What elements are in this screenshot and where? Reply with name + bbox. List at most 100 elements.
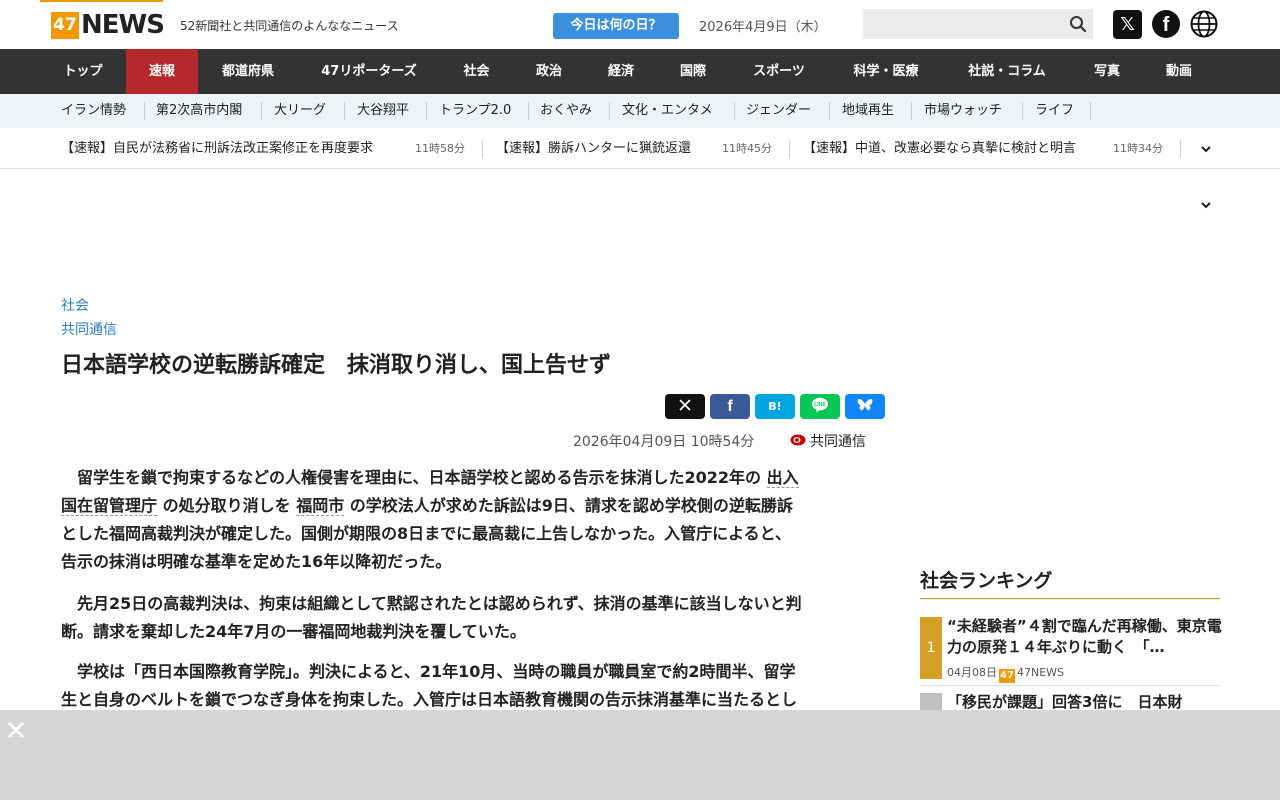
- topic-item[interactable]: トランプ2.0: [439, 94, 511, 128]
- x-icon: [679, 399, 691, 411]
- chevron-down-icon[interactable]: [1200, 143, 1212, 155]
- article-line: とした福岡高裁判決が確定した。国側が期限の8日までに最高裁に上告しなかった。入管…: [61, 524, 792, 543]
- article-paragraph: 学校は「西日本国際教育学院」。判決によると、21年10月、当時の職員が職員室で約…: [61, 658, 891, 714]
- article-paragraph: 先月25日の高裁判決は、拘束は組織として黙認されたとは認められず、抹消の基準に該…: [61, 590, 891, 646]
- bluesky-icon: [857, 399, 873, 411]
- topic-divider: [609, 102, 610, 120]
- nav-item-editorial[interactable]: 社説・コラム: [943, 49, 1071, 94]
- topic-item[interactable]: 第2次高市内閣: [156, 94, 242, 128]
- share-line-button[interactable]: LINE: [800, 394, 840, 419]
- search-input[interactable]: [863, 9, 1093, 39]
- svg-text:LINE: LINE: [814, 402, 826, 408]
- site-tagline: 52新聞社と共同通信のよんななニュース: [180, 19, 399, 33]
- topic-divider: [829, 102, 830, 120]
- keyword-link[interactable]: 出入: [766, 468, 799, 488]
- logo-accent-bar: [40, 0, 163, 2]
- topic-item[interactable]: ジェンダー: [746, 94, 811, 128]
- ticker-time: 11時45分: [722, 142, 772, 155]
- article-source: 共同通信: [810, 434, 866, 450]
- topic-item[interactable]: 地域再生: [842, 94, 894, 128]
- share-bluesky-button[interactable]: [845, 394, 885, 419]
- article-line: 先月25日の高裁判決は、拘束は組織として黙認されたとは認められず、抹消の基準に該…: [61, 594, 802, 613]
- globe-language-icon[interactable]: [1190, 10, 1218, 38]
- ticker-headline[interactable]: 【速報】勝訴ハンターに猟銃返還: [496, 128, 691, 169]
- nav-item-politics[interactable]: 政治: [513, 49, 585, 94]
- line-icon: LINE: [812, 397, 828, 413]
- topic-divider: [911, 102, 912, 120]
- nav-item-world[interactable]: 国際: [657, 49, 729, 94]
- rank-number: [920, 693, 942, 710]
- text-run: の処分取り消しを: [162, 496, 291, 515]
- article-line: 留学生を鎖で拘束するなどの人権侵害を理由に、日本語学校と認める告示を抹消した20…: [61, 464, 891, 492]
- ranking-item-title[interactable]: 「移民が課題」回答3倍に 日本財: [947, 692, 1222, 710]
- logo-badge: 47: [51, 12, 79, 39]
- facebook-social-icon[interactable]: f: [1152, 10, 1180, 38]
- topic-divider: [1022, 102, 1023, 120]
- ranking-title: 社会ランキング: [920, 570, 1053, 592]
- ticker-headline[interactable]: 【速報】中道、改憲必要なら真摯に検討と明言: [803, 128, 1076, 169]
- share-hatena-button[interactable]: B!: [755, 394, 795, 419]
- ranking-separator: [920, 685, 1220, 686]
- topic-item[interactable]: イラン情勢: [61, 94, 126, 128]
- x-social-icon[interactable]: 𝕏: [1113, 10, 1142, 39]
- article-line: 告示の抹消は明確な基準を定めた16年以降初だった。: [61, 552, 452, 571]
- facebook-icon: f: [727, 398, 733, 415]
- topic-item[interactable]: おくやみ: [540, 94, 592, 128]
- close-icon[interactable]: [6, 720, 26, 740]
- article-line: 学校は「西日本国際教育学院」。判決によると、21年10月、当時の職員が職員室で約…: [61, 662, 796, 681]
- search-icon[interactable]: [1069, 15, 1087, 33]
- share-x-button[interactable]: [665, 394, 705, 419]
- article-title: 日本語学校の逆転勝訴確定 抹消取り消し、国上告せず: [61, 353, 612, 378]
- article-line: 断。請求を棄却した24年7月の一審福岡地裁判決を覆していた。: [61, 622, 526, 641]
- chevron-down-icon[interactable]: [1200, 199, 1212, 211]
- ticker-divider: [789, 140, 790, 158]
- nav-item-economy[interactable]: 経済: [585, 49, 657, 94]
- keyword-link[interactable]: 国在留管理庁: [61, 496, 158, 516]
- logo-wordmark: NEWS: [81, 10, 165, 40]
- ticker-headline[interactable]: 【速報】自民が法務省に刑訴法改正案修正を再度要求: [61, 128, 373, 169]
- nav-item-photos[interactable]: 写真: [1071, 49, 1143, 94]
- topic-nav: イラン情勢 第2次高市内閣 大リーグ 大谷翔平 トランプ2.0 おくやみ 文化・…: [0, 94, 1280, 209]
- topic-item[interactable]: 文化・エンタメ: [622, 94, 713, 128]
- header-date: 2026年4月9日（木）: [699, 20, 827, 35]
- topic-divider: [344, 102, 345, 120]
- article-paragraph: 留学生を鎖で拘束するなどの人権侵害を理由に、日本語学校と認める告示を抹消した20…: [61, 464, 891, 576]
- topic-item[interactable]: 市場ウォッチ: [924, 94, 1002, 128]
- nav-item-top[interactable]: トップ: [40, 49, 126, 94]
- topic-divider: [426, 102, 427, 120]
- topic-item[interactable]: ライフ: [1035, 94, 1074, 128]
- site-logo[interactable]: 47 NEWS: [40, 0, 165, 49]
- nav-item-breaking[interactable]: 速報: [126, 49, 198, 94]
- text-run: 留学生を鎖で拘束するなどの人権侵害を理由に、日本語学校と認める告示を抹消した20…: [61, 468, 762, 487]
- nav-item-science[interactable]: 科学・医療: [829, 49, 943, 94]
- ticker-divider: [1180, 140, 1181, 158]
- share-facebook-button[interactable]: f: [710, 394, 750, 419]
- ranking-item-title[interactable]: “未経験者”４割で臨んだ再稼働、東京電力の原発１４年ぶりに動く 「…: [947, 616, 1222, 658]
- ticker-time: 11時34分: [1113, 142, 1163, 155]
- ticker-divider: [482, 140, 483, 158]
- ranking-item-source: 47NEWS: [1017, 666, 1065, 679]
- ranking-divider-accent: [920, 598, 1220, 599]
- article-line: 国在留管理庁 の処分取り消しを 福岡市 の学校法人が求めた訴訟は9日、請求を認め…: [61, 492, 891, 520]
- topic-divider: [734, 102, 735, 120]
- nav-item-videos[interactable]: 動画: [1143, 49, 1215, 94]
- ranking-item-date: 04月08日: [947, 666, 997, 679]
- article-datetime: 2026年04月09日 10時54分: [573, 434, 755, 450]
- article-category[interactable]: 社会: [61, 295, 89, 315]
- nav-item-sports[interactable]: スポーツ: [729, 49, 829, 94]
- breaking-news-ticker: 【速報】自民が法務省に刑訴法改正案修正を再度要求 11時58分 【速報】勝訴ハン…: [0, 128, 1280, 169]
- article-source-link[interactable]: 共同通信: [61, 319, 117, 339]
- rank-number: 1: [920, 617, 942, 679]
- nav-item-prefectures[interactable]: 都道府県: [198, 49, 298, 94]
- topic-item[interactable]: 大谷翔平: [357, 94, 409, 128]
- topic-item[interactable]: 大リーグ: [274, 94, 326, 128]
- topic-divider: [144, 102, 145, 120]
- nav-item-47reporters[interactable]: 47リポーターズ: [298, 49, 440, 94]
- nav-item-society[interactable]: 社会: [440, 49, 513, 94]
- today-in-history-button[interactable]: 今日は何の日？: [553, 13, 679, 39]
- source-logo-badge: 47: [999, 669, 1015, 683]
- bottom-ad-banner[interactable]: [0, 710, 1280, 800]
- text-run: の学校法人が求めた訴訟は9日、請求を認め学校側の逆転勝訴: [349, 496, 793, 515]
- keyword-link[interactable]: 福岡市: [296, 496, 345, 516]
- main-nav: トップ 速報 都道府県 47リポーターズ 社会 政治 経済 国際 スポーツ 科学…: [0, 49, 1280, 94]
